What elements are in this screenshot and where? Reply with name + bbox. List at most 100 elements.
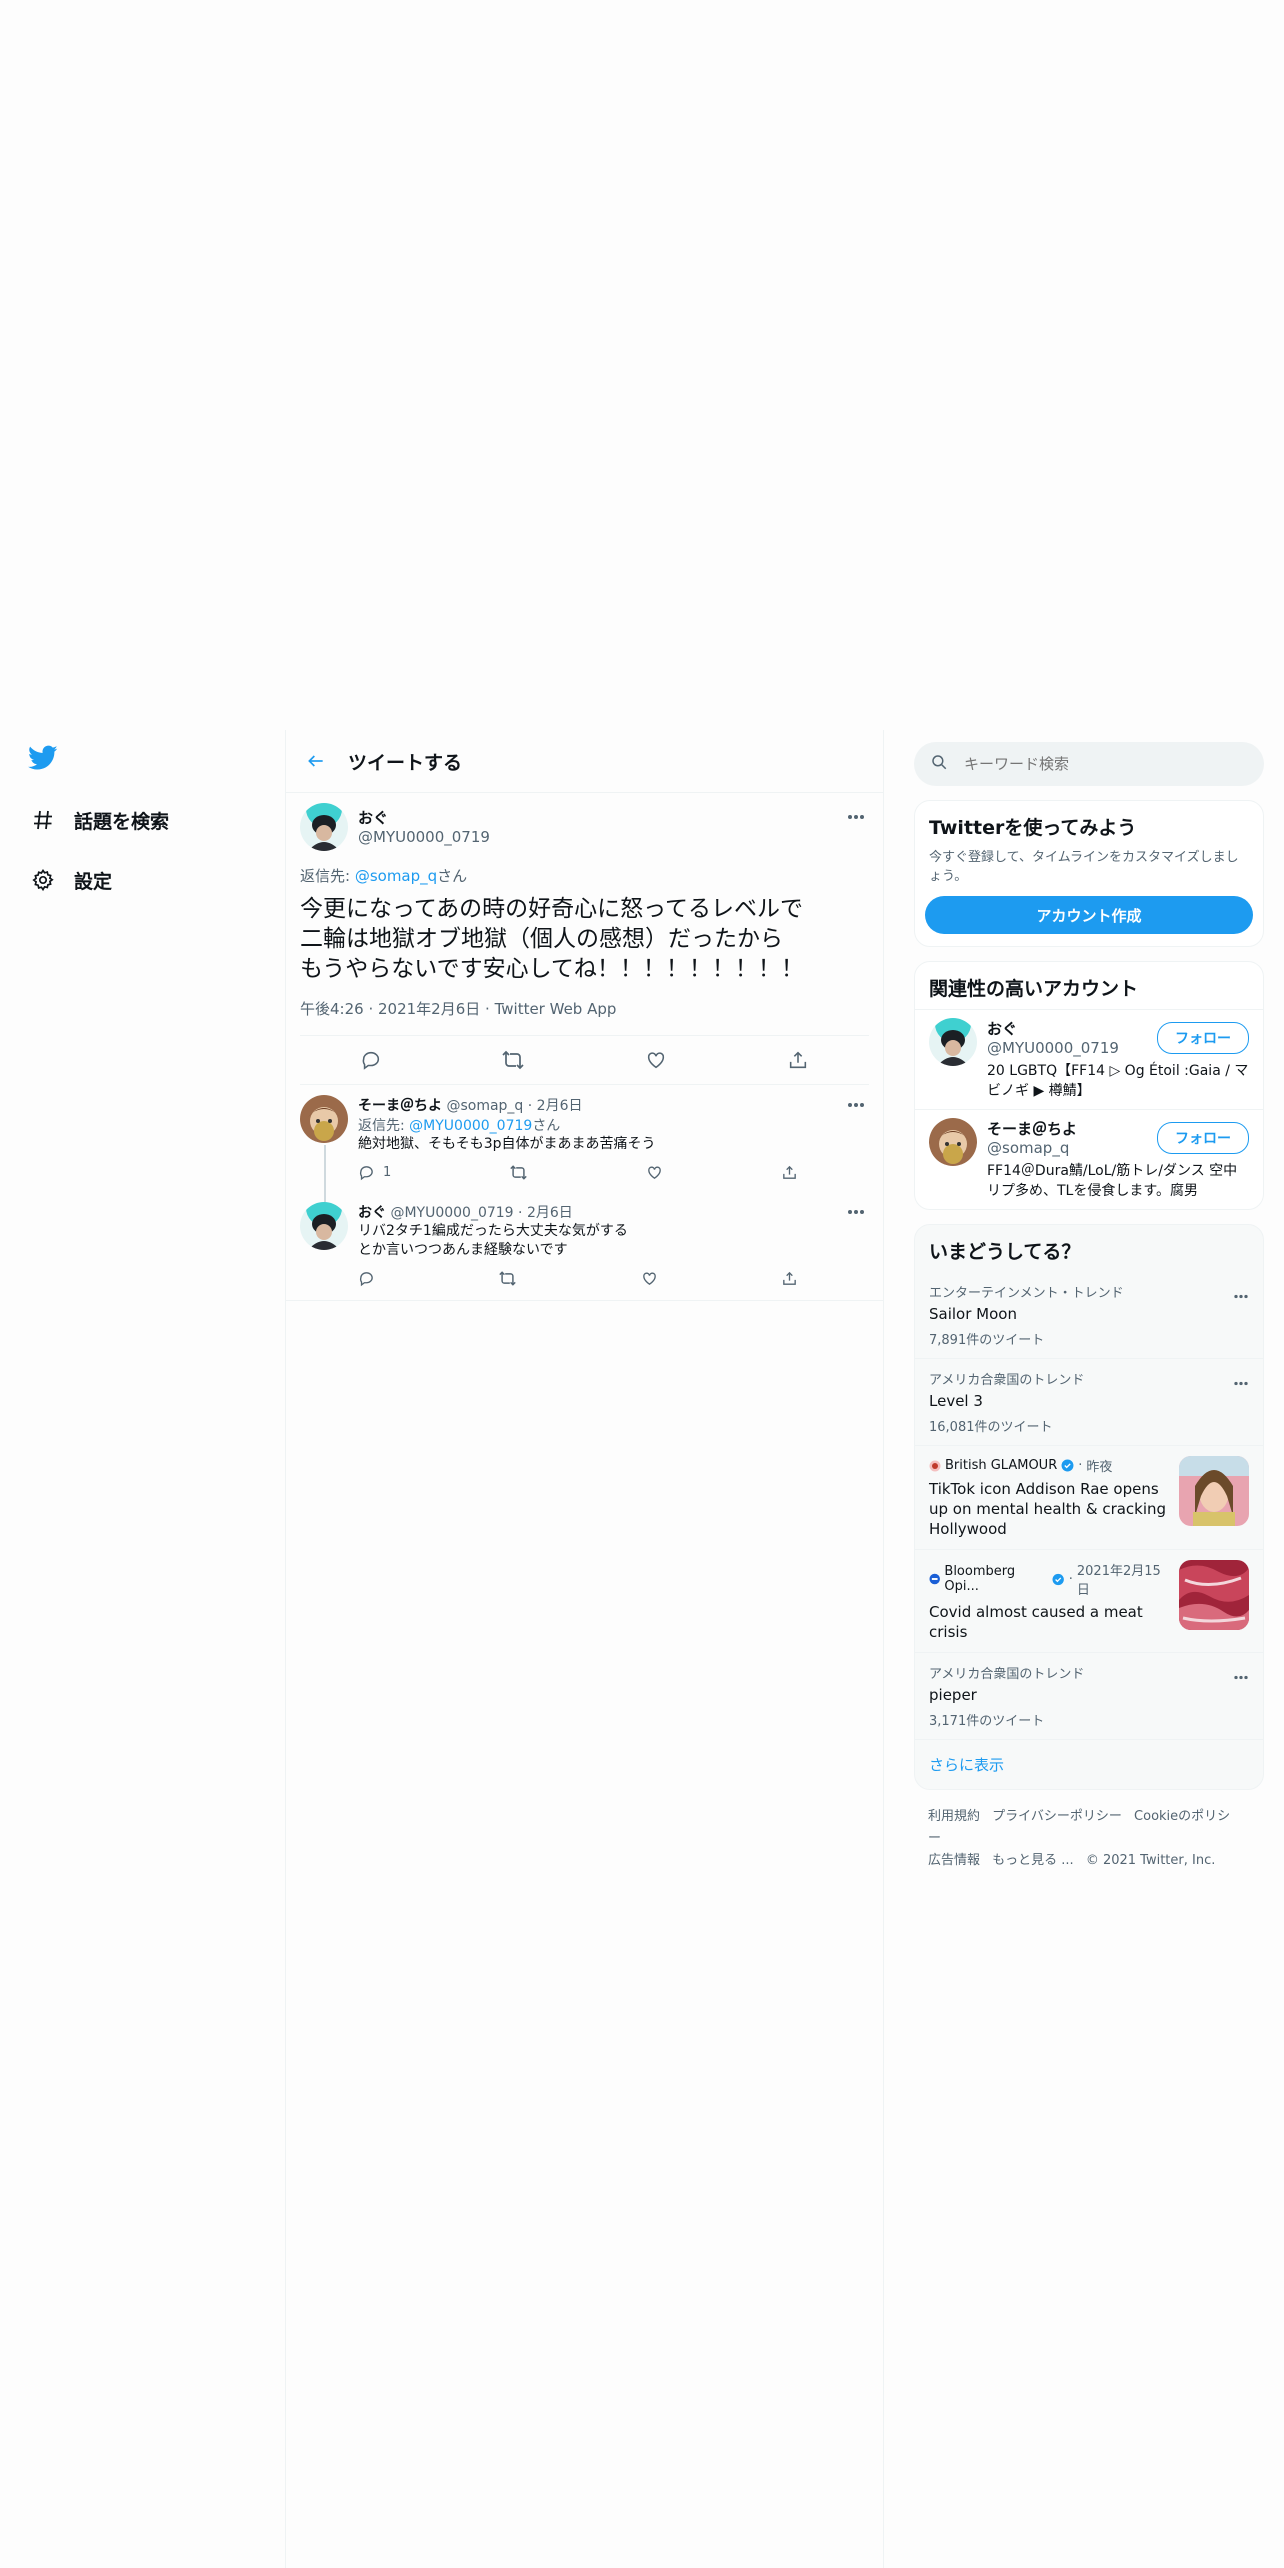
account-item[interactable]: そーま＠ちよ @somap_q FF14＠Dura鯖/LoL/筋トレ/ダンス 空… — [915, 1109, 1263, 1209]
avatar[interactable] — [929, 1018, 977, 1066]
more-options-icon[interactable] — [843, 1202, 869, 1222]
retweet-icon[interactable] — [493, 1040, 533, 1080]
search-icon — [930, 753, 948, 775]
like-icon[interactable] — [646, 1164, 663, 1181]
reply-to-line: 返信先: @somap_qさん — [300, 865, 869, 886]
news-title: Covid almost caused a meat crisis — [929, 1603, 1143, 1641]
tweet-text: 今更になってあの時の好奇心に怒ってるレベルで 二輪は地獄オブ地獄（個人の感想）だ… — [300, 896, 804, 982]
retweet-icon[interactable] — [509, 1164, 528, 1181]
related-accounts-card: 関連性の高いアカウント おぐ @MYU0000_0719 20 LGBTQ【FF… — [914, 961, 1264, 1210]
nav-settings[interactable]: 設定 — [28, 860, 112, 900]
reply-text: 絶対地獄、そもそも3p自体がまあまあ苦痛そう — [358, 1136, 656, 1152]
trend-item[interactable]: アメリカ合衆国のトレンド Level 3 16,081件のツイート — [915, 1358, 1263, 1445]
trend-count: 3,171件のツイート — [929, 1714, 1045, 1729]
reply-author-handle[interactable]: @somap_q — [446, 1098, 523, 1114]
tweet-client[interactable]: Twitter Web App — [495, 1000, 617, 1018]
follow-button[interactable]: フォロー — [1157, 1122, 1249, 1154]
right-sidebar: Twitterを使ってみよう 今すぐ登録して、タイムラインをカスタマイズしましょ… — [914, 742, 1264, 1888]
reply-to-handle[interactable]: @somap_q — [355, 867, 437, 885]
gear-icon — [28, 865, 58, 895]
nav-explore[interactable]: 話題を検索 — [28, 800, 169, 840]
trends-title: いまどうしてる？ — [929, 1241, 1081, 1263]
reply-to-handle[interactable]: @MYU0000_0719 — [409, 1118, 532, 1134]
news-time: 2021年2月15日 — [1076, 1564, 1161, 1598]
back-arrow-icon[interactable] — [296, 741, 336, 781]
reply-icon[interactable] — [358, 1270, 375, 1287]
news-thumbnail — [1179, 1456, 1249, 1526]
trend-name: pieper — [929, 1686, 977, 1704]
reply-to-prefix: 返信先: — [358, 1118, 410, 1134]
more-options-icon[interactable] — [1233, 1665, 1249, 1684]
page-title: ツイートする — [348, 751, 463, 774]
reply-date[interactable]: 2月6日 — [527, 1205, 573, 1221]
avatar[interactable] — [929, 1118, 977, 1166]
news-thumbnail — [1179, 1560, 1249, 1630]
trend-name: Sailor Moon — [929, 1305, 1017, 1323]
news-item[interactable]: British GLAMOUR · 昨夜 TikTok icon Addison R… — [915, 1445, 1263, 1549]
follow-button[interactable]: フォロー — [1157, 1022, 1249, 1054]
avatar[interactable] — [300, 1095, 348, 1143]
share-icon[interactable] — [778, 1040, 818, 1080]
trend-item[interactable]: エンターテインメント・トレンド Sailor Moon 7,891件のツイート — [915, 1272, 1263, 1358]
footer-link[interactable]: 広告情報 — [928, 1853, 980, 1868]
like-icon[interactable] — [641, 1270, 658, 1287]
footer-link[interactable]: 利用規約 — [928, 1809, 980, 1824]
avatar[interactable] — [300, 1202, 348, 1250]
twitter-logo-icon[interactable] — [28, 745, 60, 773]
account-item[interactable]: おぐ @MYU0000_0719 20 LGBTQ【FF14 ▷ Og Étoi… — [915, 1009, 1263, 1109]
reply-tweet[interactable]: そーま＠ちよ @somap_q · 2月6日 返信先: @MYU0000_071… — [286, 1085, 883, 1209]
verified-badge-icon — [1052, 1573, 1065, 1585]
footer-link[interactable]: プライバシーポリシー — [992, 1809, 1122, 1824]
news-item[interactable]: Bloomberg Opi... · 2021年2月15日 Covid almost… — [915, 1549, 1263, 1652]
author-handle[interactable]: @MYU0000_0719 — [358, 828, 490, 846]
signup-desc: 今すぐ登録して、タイムラインをカスタマイズしましょう。 — [929, 850, 1239, 884]
trend-context: アメリカ合衆国のトレンド — [929, 1667, 1085, 1682]
search-box[interactable] — [914, 742, 1264, 786]
more-options-icon[interactable] — [1233, 1371, 1249, 1390]
like-icon[interactable] — [636, 1040, 676, 1080]
avatar[interactable] — [300, 803, 348, 851]
tweet-time[interactable]: 午後4:26 — [300, 1000, 364, 1018]
share-icon[interactable] — [781, 1270, 798, 1287]
verified-badge-icon — [1061, 1459, 1074, 1472]
footer-link[interactable]: もっと見る ... — [992, 1853, 1074, 1868]
reply-to-line: 返信先: @MYU0000_0719さん — [358, 1115, 869, 1135]
tweet-actions — [300, 1036, 869, 1085]
main-column: ツイートする おぐ @MYU0000_0719 返信先: @somap_qさん … — [286, 730, 883, 1301]
create-account-button[interactable]: アカウント作成 — [925, 896, 1253, 934]
reply-actions — [358, 1266, 798, 1290]
trends-card: いまどうしてる？ エンターテインメント・トレンド Sailor Moon 7,8… — [914, 1224, 1264, 1790]
reply-author-handle[interactable]: @MYU0000_0719 — [390, 1205, 513, 1221]
news-title: TikTok icon Addison Rae opens up on ment… — [929, 1480, 1167, 1538]
footer: 利用規約 プライバシーポリシー Cookieのポリシー 広告情報 もっと見る .… — [914, 1790, 1264, 1888]
more-options-icon[interactable] — [843, 807, 869, 827]
reply-to-suffix: さん — [437, 867, 468, 885]
share-icon[interactable] — [781, 1164, 798, 1181]
nav-explore-label: 話題を検索 — [74, 810, 170, 833]
copyright: © 2021 Twitter, Inc. — [1085, 1853, 1216, 1868]
reply-count: 1 — [383, 1164, 392, 1180]
signup-title: Twitterを使ってみよう — [929, 817, 1137, 839]
reply-to-prefix: 返信先: — [300, 867, 355, 885]
retweet-icon[interactable] — [498, 1270, 517, 1287]
reply-date[interactable]: 2月6日 — [537, 1098, 583, 1114]
reply-actions: 1 — [358, 1160, 798, 1184]
reply-author-name[interactable]: そーま＠ちよ — [358, 1098, 442, 1114]
main-right-border — [883, 730, 884, 2568]
reply-tweet[interactable]: おぐ @MYU0000_0719 · 2月6日 リバ2タチ1編成だったら大丈夫な… — [286, 1192, 883, 1301]
signup-card: Twitterを使ってみよう 今すぐ登録して、タイムラインをカスタマイズしましょ… — [914, 800, 1264, 947]
more-options-icon[interactable] — [1233, 1284, 1249, 1303]
reply-author-name[interactable]: おぐ — [358, 1205, 386, 1221]
trend-context: エンターテインメント・トレンド — [929, 1286, 1124, 1301]
news-source: Bloomberg Opi... — [944, 1564, 1016, 1594]
author-name[interactable]: おぐ — [358, 807, 490, 828]
more-options-icon[interactable] — [843, 1095, 869, 1115]
reply-icon[interactable]: 1 — [358, 1164, 391, 1181]
search-input[interactable] — [962, 754, 1236, 774]
news-time: 昨夜 — [1086, 1460, 1113, 1475]
trend-item[interactable]: アメリカ合衆国のトレンド pieper 3,171件のツイート — [915, 1652, 1263, 1739]
nav-settings-label: 設定 — [74, 870, 113, 893]
reply-icon[interactable] — [351, 1040, 391, 1080]
show-more-link[interactable]: さらに表示 — [915, 1739, 1263, 1789]
tweet-date[interactable]: 2021年2月6日 — [378, 1000, 480, 1018]
